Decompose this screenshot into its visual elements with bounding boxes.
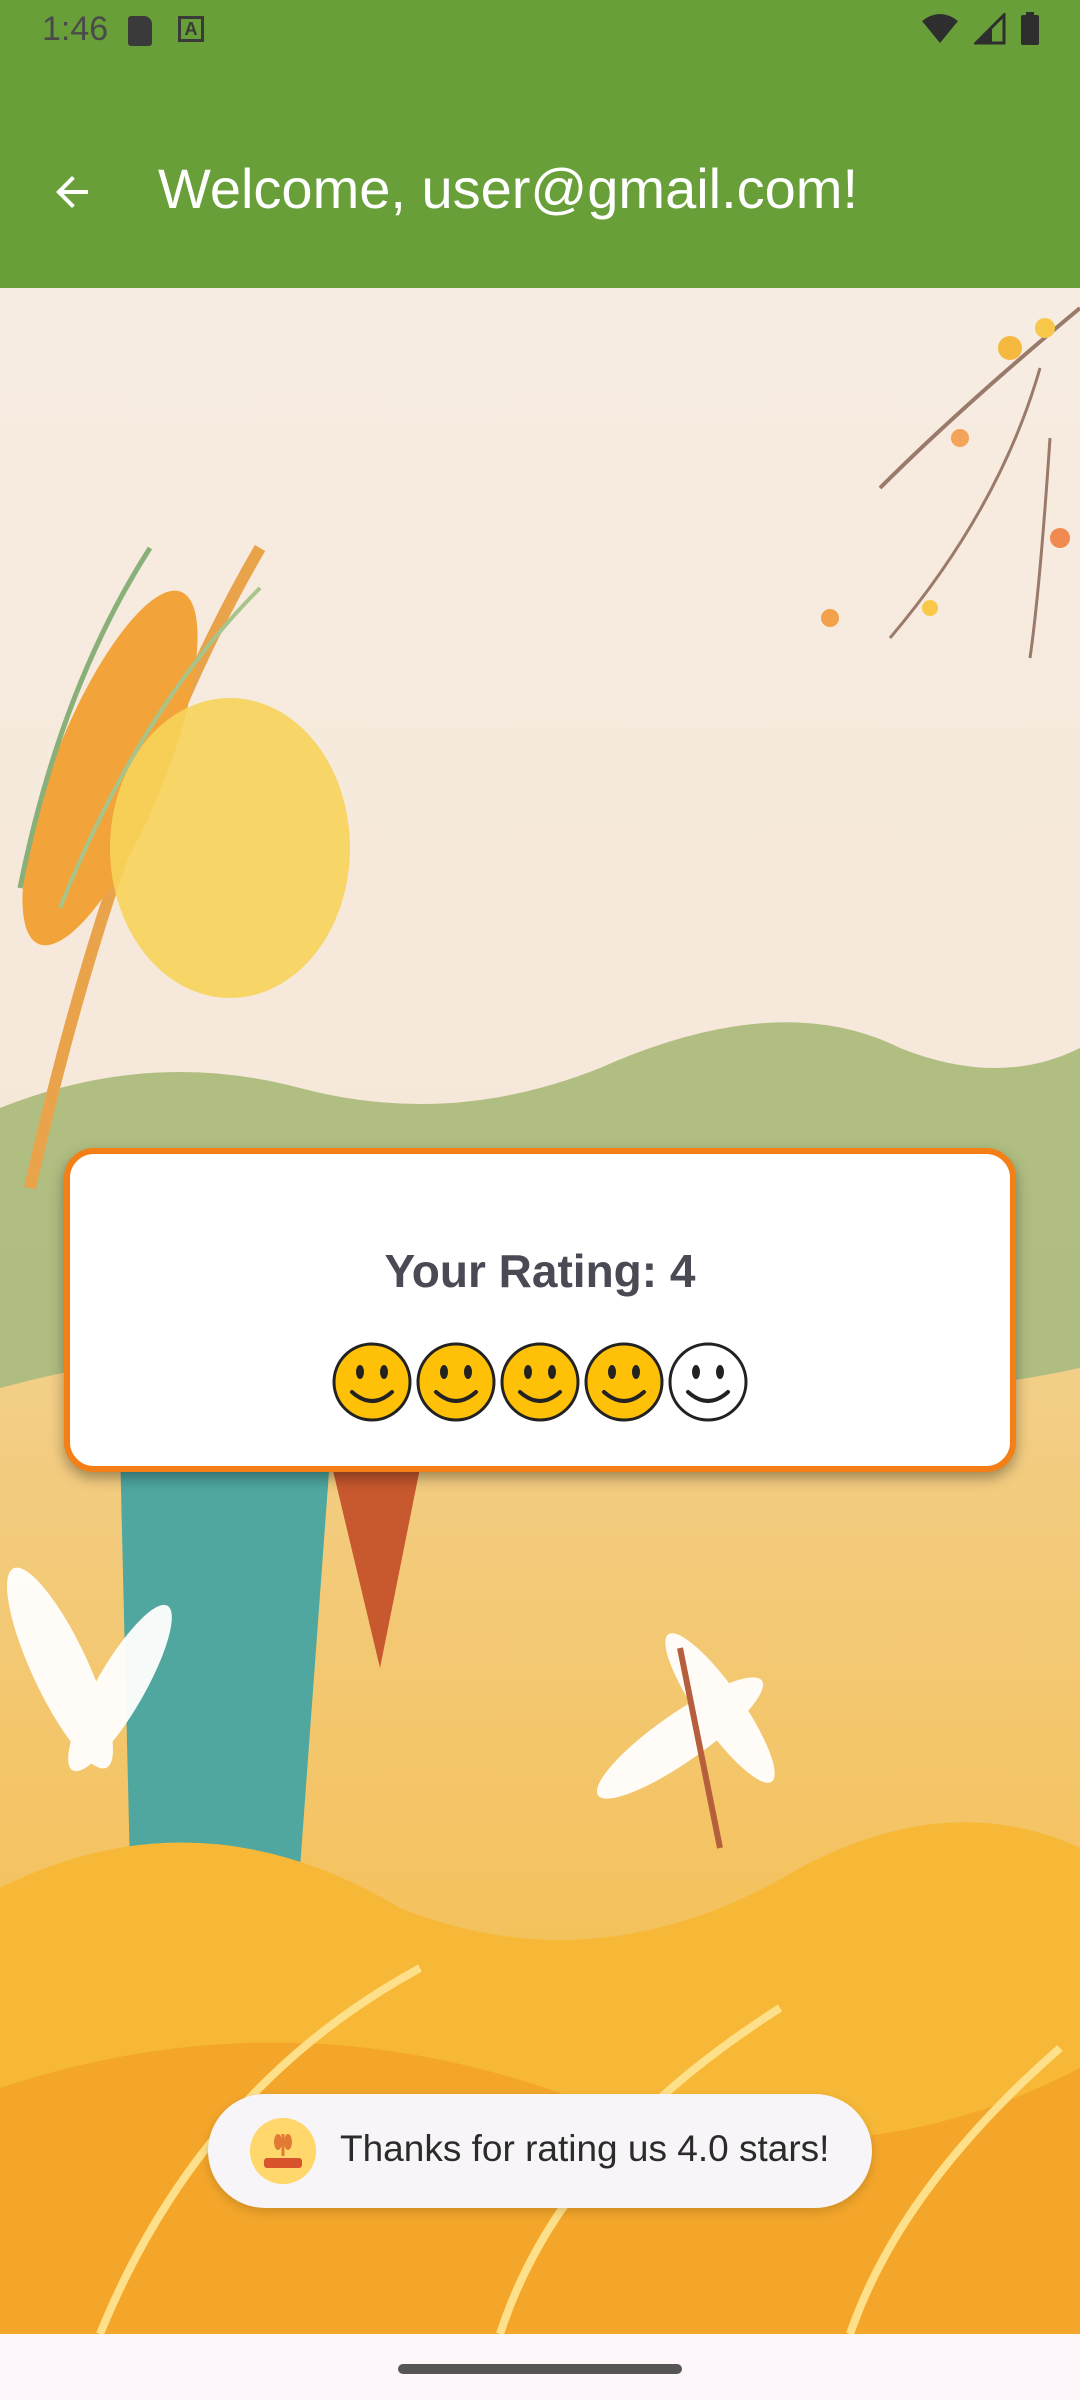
back-button[interactable]: [40, 160, 104, 224]
home-handle[interactable]: [398, 2364, 682, 2374]
page-title: Welcome, user@gmail.com!: [158, 157, 858, 220]
app-bar: Welcome, user@gmail.com!: [0, 64, 1080, 288]
navigation-bar: [0, 2334, 1080, 2400]
smiley-filled-icon[interactable]: [498, 1340, 582, 1424]
arrow-back-icon: [56, 176, 88, 208]
sd-card-icon: [128, 16, 152, 46]
a-notification-icon: A: [178, 16, 204, 42]
wifi-icon: [922, 14, 958, 43]
smiley-filled-icon[interactable]: [330, 1340, 414, 1424]
smiley-filled-icon[interactable]: [414, 1340, 498, 1424]
status-time: 1:46: [42, 10, 109, 48]
toast-text: Thanks for rating us 4.0 stars!: [340, 2128, 830, 2169]
app-logo-icon: [250, 2118, 316, 2184]
rating-label: Your Rating: 4: [384, 1245, 696, 1297]
status-right-icons: [920, 12, 1040, 46]
signal-icon: [974, 13, 1006, 45]
rating-faces: [70, 1340, 1010, 1424]
status-left-icons: A: [128, 16, 204, 46]
rating-card: Your Rating: 4: [64, 1148, 1016, 1472]
smiley-filled-icon[interactable]: [582, 1340, 666, 1424]
toast-message: Thanks for rating us 4.0 stars!: [208, 2094, 872, 2208]
battery-icon: [1021, 12, 1039, 45]
smiley-empty-icon[interactable]: [666, 1340, 750, 1424]
status-bar: 1:46 A: [0, 0, 1080, 64]
